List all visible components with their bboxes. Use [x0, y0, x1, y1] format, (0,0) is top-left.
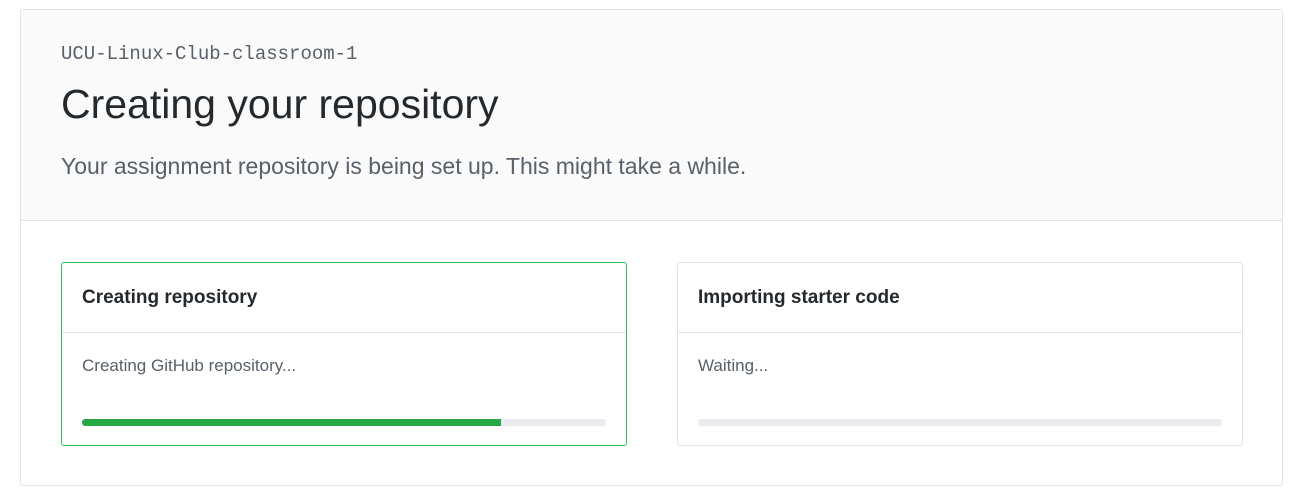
- setup-header: UCU-Linux-Club-classroom-1 Creating your…: [21, 10, 1282, 221]
- step-status-text: Waiting...: [698, 356, 769, 375]
- page-title: Creating your repository: [61, 81, 499, 127]
- page-subtitle: Your assignment repository is being set …: [61, 153, 747, 179]
- step-title: Importing starter code: [698, 286, 900, 308]
- step-title: Creating repository: [82, 286, 258, 308]
- progress-bar-fill: [82, 419, 502, 426]
- assignment-setup-panel: UCU-Linux-Club-classroom-1 Creating your…: [20, 9, 1283, 486]
- organization-name: UCU-Linux-Club-classroom-1: [61, 43, 358, 65]
- step-card-importing-starter-code: Importing starter code Waiting...: [677, 262, 1243, 446]
- progress-steps: Creating repository Creating GitHub repo…: [21, 221, 1282, 485]
- step-card-header: Creating repository: [62, 263, 626, 333]
- progress-bar: [82, 419, 606, 426]
- step-card-creating-repository: Creating repository Creating GitHub repo…: [61, 262, 627, 446]
- step-status-text: Creating GitHub repository...: [82, 356, 297, 375]
- step-card-body: Creating GitHub repository...: [62, 333, 626, 426]
- step-card-body: Waiting...: [678, 333, 1242, 426]
- step-card-header: Importing starter code: [678, 263, 1242, 333]
- progress-bar: [698, 419, 1222, 426]
